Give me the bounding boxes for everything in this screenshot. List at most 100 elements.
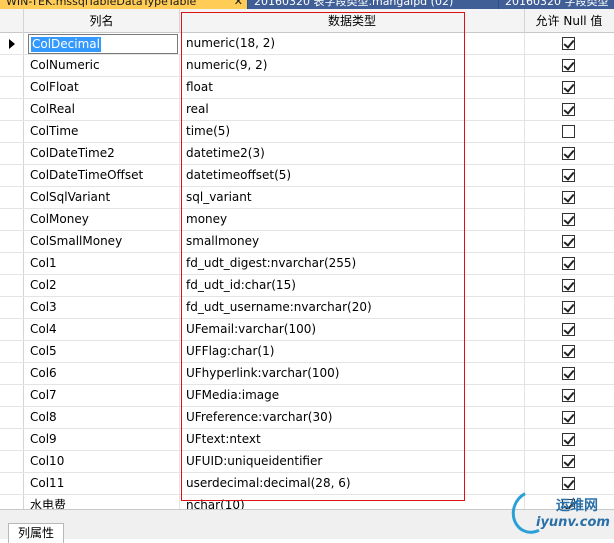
allow-null-checkbox[interactable] xyxy=(562,37,575,50)
data-type-cell[interactable]: UFemail:varchar(100) xyxy=(180,319,525,340)
table-row[interactable]: ColDateTimeOffset datetimeoffset(5) xyxy=(0,165,614,187)
row-selector[interactable] xyxy=(0,99,24,120)
allow-null-checkbox[interactable] xyxy=(562,213,575,226)
table-row[interactable]: Col6 UFhyperlink:varchar(100) xyxy=(0,363,614,385)
column-name-cell[interactable]: 水电费 xyxy=(24,495,180,509)
row-selector[interactable] xyxy=(0,33,24,54)
data-type-cell[interactable]: datetime2(3) xyxy=(180,143,525,164)
allow-null-checkbox[interactable] xyxy=(562,389,575,402)
allow-null-header[interactable]: 允许 Null 值 xyxy=(525,9,613,33)
column-name-cell[interactable]: Col4 xyxy=(24,319,180,340)
row-selector[interactable] xyxy=(0,341,24,362)
data-type-cell[interactable]: UFMedia:image xyxy=(180,385,525,406)
allow-null-checkbox[interactable] xyxy=(562,367,575,380)
table-row[interactable]: ColDateTime2 datetime2(3) xyxy=(0,143,614,165)
table-row[interactable]: Col10 UFUID:uniqueidentifier xyxy=(0,451,614,473)
column-name-cell[interactable]: ColTime xyxy=(24,121,180,142)
allow-null-checkbox[interactable] xyxy=(562,279,575,292)
data-type-cell[interactable]: money xyxy=(180,209,525,230)
table-row[interactable]: ColReal real xyxy=(0,99,614,121)
allow-null-checkbox[interactable] xyxy=(562,301,575,314)
allow-null-checkbox[interactable] xyxy=(562,433,575,446)
row-selector[interactable] xyxy=(0,187,24,208)
table-row[interactable]: ColMoney money xyxy=(0,209,614,231)
table-row[interactable]: ColDecimal numeric(18, 2) xyxy=(0,33,614,55)
data-type-cell[interactable]: real xyxy=(180,99,525,120)
row-selector[interactable] xyxy=(0,231,24,252)
allow-null-checkbox[interactable] xyxy=(562,191,575,204)
row-selector[interactable] xyxy=(0,165,24,186)
data-type-cell[interactable]: userdecimal:decimal(28, 6) xyxy=(180,473,525,494)
data-type-cell[interactable]: UFtext:ntext xyxy=(180,429,525,450)
data-type-cell[interactable]: smallmoney xyxy=(180,231,525,252)
row-selector[interactable] xyxy=(0,209,24,230)
row-selector[interactable] xyxy=(0,253,24,274)
tab-table-designer[interactable]: WIN-TEK.mssqlTableDataTypeTable ✕ xyxy=(0,0,247,9)
table-row[interactable]: Col5 UFFlag:char(1) xyxy=(0,341,614,363)
column-name-cell[interactable]: ColNumeric xyxy=(24,55,180,76)
allow-null-checkbox[interactable] xyxy=(562,81,575,94)
table-row[interactable]: Col8 UFreference:varchar(30) xyxy=(0,407,614,429)
row-selector[interactable] xyxy=(0,121,24,142)
allow-null-checkbox[interactable] xyxy=(562,257,575,270)
table-row[interactable]: Col9 UFtext:ntext xyxy=(0,429,614,451)
allow-null-checkbox[interactable] xyxy=(562,345,575,358)
table-row[interactable]: Col3 fd_udt_username:nvarchar(20) xyxy=(0,297,614,319)
column-name-cell[interactable]: Col8 xyxy=(24,407,180,428)
data-type-cell[interactable]: numeric(9, 2) xyxy=(180,55,525,76)
column-name-cell[interactable]: Col11 xyxy=(24,473,180,494)
data-type-cell[interactable]: UFhyperlink:varchar(100) xyxy=(180,363,525,384)
allow-null-checkbox[interactable] xyxy=(562,455,575,468)
allow-null-checkbox[interactable] xyxy=(562,169,575,182)
data-type-cell[interactable]: numeric(18, 2) xyxy=(180,33,525,54)
column-name-cell[interactable]: Col10 xyxy=(24,451,180,472)
table-row[interactable]: Col4 UFemail:varchar(100) xyxy=(0,319,614,341)
close-icon[interactable]: ✕ xyxy=(234,0,243,8)
table-row[interactable]: Col7 UFMedia:image xyxy=(0,385,614,407)
row-selector[interactable] xyxy=(0,473,24,494)
column-name-cell[interactable]: Col7 xyxy=(24,385,180,406)
tab-second[interactable]: 20160320 表字段类型.mangaipd (02) xyxy=(248,0,498,9)
row-selector[interactable] xyxy=(0,495,24,509)
row-selector[interactable] xyxy=(0,143,24,164)
data-type-cell[interactable]: time(5) xyxy=(180,121,525,142)
data-type-cell[interactable]: UFreference:varchar(30) xyxy=(180,407,525,428)
data-type-cell[interactable]: fd_udt_digest:nvarchar(255) xyxy=(180,253,525,274)
allow-null-checkbox[interactable] xyxy=(562,235,575,248)
column-name-cell[interactable]: ColSmallMoney xyxy=(24,231,180,252)
data-type-cell[interactable]: fd_udt_id:char(15) xyxy=(180,275,525,296)
column-name-cell[interactable]: Col3 xyxy=(24,297,180,318)
data-type-cell[interactable]: datetimeoffset(5) xyxy=(180,165,525,186)
column-name-cell[interactable]: Col9 xyxy=(24,429,180,450)
data-type-cell[interactable]: float xyxy=(180,77,525,98)
column-name-cell[interactable]: ColFloat xyxy=(24,77,180,98)
allow-null-checkbox[interactable] xyxy=(562,411,575,424)
allow-null-checkbox[interactable] xyxy=(562,323,575,336)
column-name-cell[interactable]: Col6 xyxy=(24,363,180,384)
row-selector[interactable] xyxy=(0,451,24,472)
row-selector[interactable] xyxy=(0,407,24,428)
row-selector[interactable] xyxy=(0,297,24,318)
table-row[interactable]: ColSqlVariant sql_variant xyxy=(0,187,614,209)
column-name-cell[interactable]: Col1 xyxy=(24,253,180,274)
row-selector[interactable] xyxy=(0,385,24,406)
row-selector[interactable] xyxy=(0,319,24,340)
column-name-cell[interactable]: ColDateTimeOffset xyxy=(24,165,180,186)
row-selector[interactable] xyxy=(0,77,24,98)
tab-third[interactable]: 20160320 字段类型 xyxy=(499,0,614,9)
column-name-cell[interactable]: Col2 xyxy=(24,275,180,296)
allow-null-checkbox[interactable] xyxy=(562,125,575,138)
column-name-cell[interactable] xyxy=(24,33,180,54)
row-selector[interactable] xyxy=(0,429,24,450)
table-row[interactable]: ColSmallMoney smallmoney xyxy=(0,231,614,253)
data-type-cell[interactable]: UFFlag:char(1) xyxy=(180,341,525,362)
allow-null-checkbox[interactable] xyxy=(562,59,575,72)
data-type-cell[interactable]: fd_udt_username:nvarchar(20) xyxy=(180,297,525,318)
row-selector[interactable] xyxy=(0,275,24,296)
column-name-cell[interactable]: ColMoney xyxy=(24,209,180,230)
table-row[interactable]: ColFloat float xyxy=(0,77,614,99)
data-type-header[interactable]: 数据类型 xyxy=(180,9,525,33)
allow-null-checkbox[interactable] xyxy=(562,147,575,160)
table-row[interactable]: Col1 fd_udt_digest:nvarchar(255) xyxy=(0,253,614,275)
table-row[interactable]: ColTime time(5) xyxy=(0,121,614,143)
